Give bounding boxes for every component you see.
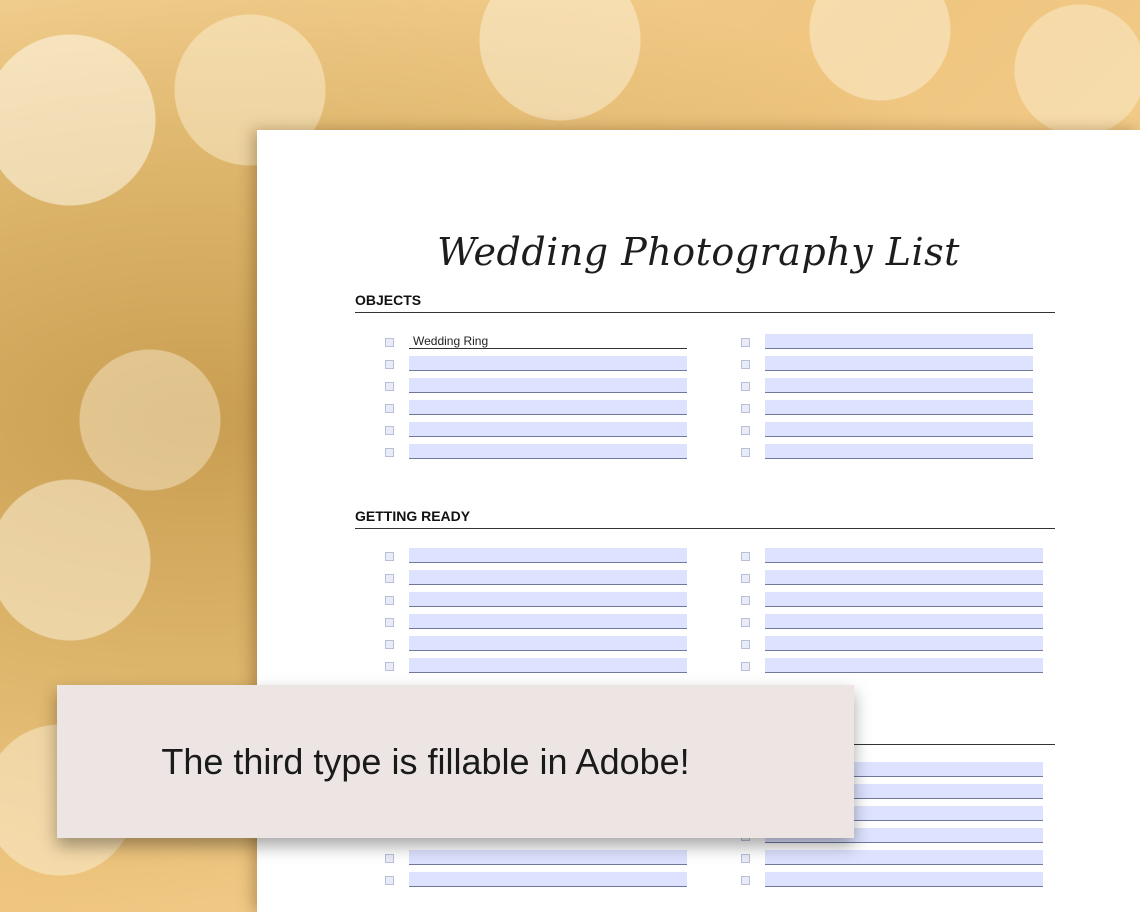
checkbox[interactable] — [741, 596, 750, 605]
checkbox[interactable] — [741, 448, 750, 457]
checkbox[interactable] — [741, 338, 750, 347]
text-field[interactable] — [409, 614, 687, 629]
text-field[interactable] — [409, 872, 687, 887]
checkbox[interactable] — [741, 426, 750, 435]
checkbox[interactable] — [385, 640, 394, 649]
checkbox[interactable] — [385, 360, 394, 369]
text-field[interactable] — [409, 658, 687, 673]
text-field[interactable] — [409, 636, 687, 651]
checkbox[interactable] — [385, 338, 394, 347]
text-field[interactable] — [409, 850, 687, 865]
text-field[interactable] — [409, 570, 687, 585]
text-field[interactable] — [409, 378, 687, 393]
page-title: Wedding Photography List — [437, 230, 960, 274]
checkbox[interactable] — [741, 552, 750, 561]
section-heading-objects: OBJECTS — [355, 292, 1055, 313]
text-field[interactable] — [409, 400, 687, 415]
text-field[interactable] — [765, 636, 1043, 651]
checkbox[interactable] — [741, 876, 750, 885]
text-field[interactable] — [765, 400, 1033, 415]
text-field[interactable] — [765, 614, 1043, 629]
text-field[interactable] — [409, 592, 687, 607]
checkbox[interactable] — [385, 426, 394, 435]
checkbox[interactable] — [741, 618, 750, 627]
text-field[interactable] — [765, 592, 1043, 607]
checkbox[interactable] — [741, 574, 750, 583]
text-field[interactable] — [765, 444, 1033, 459]
checkbox[interactable] — [385, 448, 394, 457]
section-heading-getting-ready: GETTING READY — [355, 508, 1055, 529]
checkbox[interactable] — [385, 854, 394, 863]
text-field[interactable] — [409, 548, 687, 563]
checkbox[interactable] — [741, 360, 750, 369]
text-field[interactable] — [765, 356, 1033, 371]
checkbox[interactable] — [385, 596, 394, 605]
checkbox[interactable] — [741, 404, 750, 413]
text-field[interactable] — [409, 356, 687, 371]
text-field[interactable] — [409, 422, 687, 437]
text-field[interactable] — [765, 422, 1033, 437]
caption-banner: The third type is fillable in Adobe! — [57, 685, 854, 838]
text-field[interactable] — [765, 872, 1043, 887]
checkbox[interactable] — [385, 552, 394, 561]
checkbox[interactable] — [741, 854, 750, 863]
caption-text: The third type is fillable in Adobe! — [161, 740, 690, 782]
checkbox[interactable] — [741, 640, 750, 649]
text-field[interactable] — [765, 658, 1043, 673]
text-field[interactable]: Wedding Ring — [409, 334, 687, 349]
checkbox[interactable] — [385, 382, 394, 391]
text-field[interactable] — [765, 334, 1033, 349]
checkbox[interactable] — [385, 404, 394, 413]
text-field[interactable] — [409, 444, 687, 459]
checkbox[interactable] — [741, 382, 750, 391]
text-field[interactable] — [765, 850, 1043, 865]
checkbox[interactable] — [385, 574, 394, 583]
checkbox[interactable] — [385, 662, 394, 671]
checkbox[interactable] — [385, 876, 394, 885]
checkbox[interactable] — [741, 662, 750, 671]
text-field[interactable] — [765, 378, 1033, 393]
checkbox[interactable] — [385, 618, 394, 627]
text-field[interactable] — [765, 548, 1043, 563]
text-field[interactable] — [765, 570, 1043, 585]
